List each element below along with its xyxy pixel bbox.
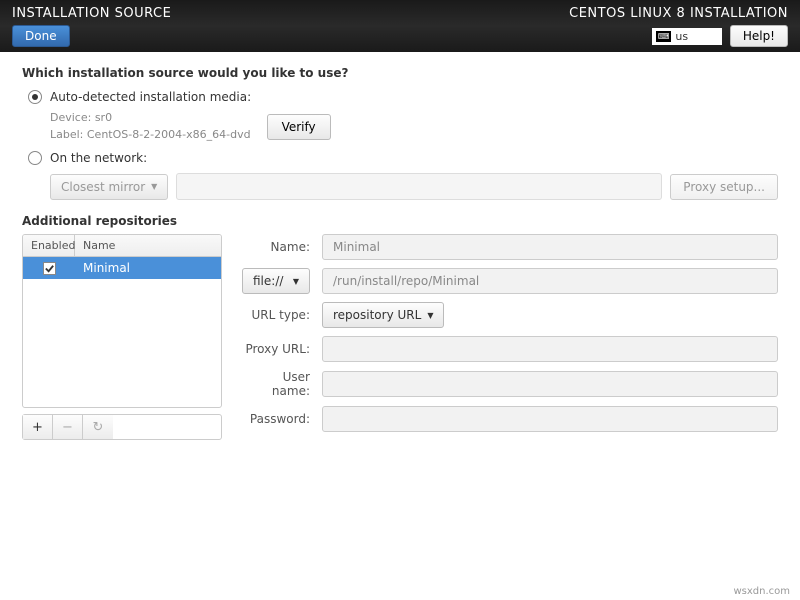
repo-toolbar: + − ↻ — [22, 414, 222, 440]
repo-enabled-checkbox[interactable] — [43, 262, 56, 275]
radio-auto-label: Auto-detected installation media: — [50, 90, 251, 104]
page-title: INSTALLATION SOURCE — [12, 6, 171, 21]
remove-repo-button[interactable]: − — [53, 415, 83, 439]
product-title: CENTOS LINUX 8 INSTALLATION — [569, 6, 788, 21]
scheme-value: file:// — [253, 274, 283, 288]
content: Which installation source would you like… — [0, 52, 800, 454]
proxy-input[interactable] — [322, 336, 778, 362]
header: INSTALLATION SOURCE Done CENTOS LINUX 8 … — [0, 0, 800, 52]
refresh-repo-button[interactable]: ↻ — [83, 415, 113, 439]
repo-table: Enabled Name Minimal — [22, 234, 222, 408]
help-button[interactable]: Help! — [730, 25, 788, 47]
username-input[interactable] — [322, 371, 778, 397]
proxy-setup-button: Proxy setup... — [670, 174, 778, 200]
path-input[interactable] — [322, 268, 778, 294]
verify-button[interactable]: Verify — [267, 114, 331, 140]
col-name[interactable]: Name — [75, 235, 221, 256]
radio-icon — [28, 90, 42, 104]
table-row[interactable]: Minimal — [23, 257, 221, 279]
urltype-dropdown[interactable]: repository URL ▼ — [322, 302, 444, 328]
urltype-value: repository URL — [333, 308, 421, 322]
password-label: Password: — [242, 412, 310, 426]
scheme-dropdown[interactable]: file:// ▼ — [242, 268, 310, 294]
additional-repos-label: Additional repositories — [22, 214, 778, 228]
radio-icon — [28, 151, 42, 165]
repo-panel: Enabled Name Minimal + − ↻ — [22, 234, 222, 440]
name-label: Name: — [242, 240, 310, 254]
device-info: Device: sr0 Label: CentOS-8-2-2004-x86_6… — [50, 110, 778, 143]
mirror-label: Closest mirror — [61, 180, 145, 194]
password-input[interactable] — [322, 406, 778, 432]
done-button[interactable]: Done — [12, 25, 70, 47]
radio-network[interactable]: On the network: — [28, 151, 778, 165]
network-config-row: Closest mirror ▼ Proxy setup... — [50, 173, 778, 200]
label-line: Label: CentOS-8-2-2004-x86_64-dvd — [50, 127, 251, 144]
keyboard-icon: ⌨ — [656, 31, 672, 42]
chevron-down-icon: ▼ — [293, 277, 299, 286]
keyboard-layout: us — [675, 30, 688, 43]
lower-panel: Enabled Name Minimal + − ↻ — [22, 234, 778, 440]
keyboard-indicator[interactable]: ⌨ us — [652, 28, 722, 45]
repo-table-header: Enabled Name — [23, 235, 221, 257]
chevron-down-icon: ▼ — [427, 311, 433, 320]
col-enabled[interactable]: Enabled — [23, 235, 75, 256]
repo-name-cell: Minimal — [75, 261, 221, 275]
add-repo-button[interactable]: + — [23, 415, 53, 439]
mirror-dropdown: Closest mirror ▼ — [50, 174, 168, 200]
urltype-label: URL type: — [242, 308, 310, 322]
header-left: INSTALLATION SOURCE Done — [12, 6, 171, 48]
name-input[interactable] — [322, 234, 778, 260]
chevron-down-icon: ▼ — [151, 182, 157, 191]
header-right: CENTOS LINUX 8 INSTALLATION ⌨ us Help! — [569, 6, 788, 48]
proxy-label: Proxy URL: — [242, 342, 310, 356]
radio-auto-detected[interactable]: Auto-detected installation media: — [28, 90, 778, 104]
source-question: Which installation source would you like… — [22, 66, 778, 80]
watermark: wsxdn.com — [733, 586, 790, 597]
repo-form: Name: file:// ▼ URL type: repository URL… — [242, 234, 778, 440]
repo-enabled-cell — [23, 262, 75, 275]
device-text: Device: sr0 Label: CentOS-8-2-2004-x86_6… — [50, 110, 251, 143]
network-url-input — [176, 173, 662, 200]
device-line: Device: sr0 — [50, 110, 251, 127]
username-label: User name: — [242, 370, 310, 398]
radio-network-label: On the network: — [50, 151, 147, 165]
